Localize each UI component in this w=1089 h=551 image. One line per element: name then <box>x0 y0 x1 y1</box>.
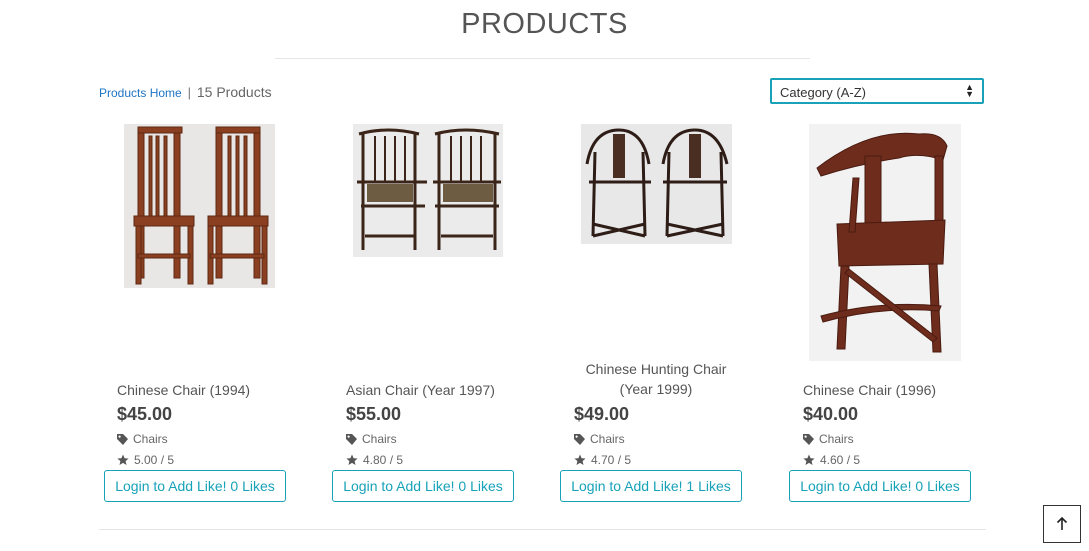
product-rating: 4.60 / 5 <box>803 453 860 467</box>
product-rating: 4.70 / 5 <box>574 453 631 467</box>
product-image[interactable] <box>124 124 275 288</box>
product-name[interactable]: Chinese Chair (1996) <box>803 380 1003 400</box>
category-label[interactable]: Chairs <box>819 432 854 446</box>
product-price: $45.00 <box>117 404 173 424</box>
products-home-link[interactable]: Products Home <box>99 86 182 100</box>
like-button[interactable]: Login to Add Like! 1 Likes <box>560 470 742 502</box>
breadcrumb: Products Home | 15 Products <box>99 84 272 100</box>
category-label[interactable]: Chairs <box>590 432 625 446</box>
product-image[interactable] <box>353 124 503 257</box>
product-name[interactable]: Chinese Hunting Chair (Year 1999) <box>574 359 738 399</box>
category-label[interactable]: Chairs <box>362 432 397 446</box>
product-price: $40.00 <box>803 404 859 424</box>
back-to-top-button[interactable] <box>1043 505 1081 543</box>
title-divider <box>275 58 810 59</box>
sort-select[interactable]: Category (A-Z) ▲ ▼ <box>770 78 984 104</box>
product-category: Chairs <box>574 432 625 446</box>
product-name[interactable]: Asian Chair (Year 1997) <box>346 380 546 400</box>
tag-icon <box>117 433 128 445</box>
page-title: PRODUCTS <box>461 8 628 40</box>
product-price: $55.00 <box>346 404 402 424</box>
tag-icon <box>346 433 357 445</box>
tag-icon <box>803 433 814 445</box>
product-image[interactable] <box>581 124 732 244</box>
product-count: 15 Products <box>196 84 272 100</box>
product-category: Chairs <box>117 432 168 446</box>
product-price: $49.00 <box>574 404 630 424</box>
select-arrows-icon: ▲ ▼ <box>965 82 974 99</box>
like-button[interactable]: Login to Add Like! 0 Likes <box>332 470 514 502</box>
product-rating: 5.00 / 5 <box>117 453 174 467</box>
star-icon <box>346 454 358 465</box>
star-icon <box>803 454 815 465</box>
breadcrumb-separator: | <box>187 85 191 100</box>
star-icon <box>574 454 586 465</box>
product-name[interactable]: Chinese Chair (1994) <box>117 380 317 400</box>
rating-label: 4.60 / 5 <box>820 453 861 467</box>
category-label[interactable]: Chairs <box>133 432 168 446</box>
product-category: Chairs <box>803 432 854 446</box>
arrow-up-icon <box>1056 517 1068 530</box>
sort-select-value: Category (A-Z) <box>780 85 866 100</box>
like-button[interactable]: Login to Add Like! 0 Likes <box>104 470 286 502</box>
bottom-divider <box>99 529 986 530</box>
rating-label: 4.70 / 5 <box>591 453 632 467</box>
tag-icon <box>574 433 585 445</box>
product-image[interactable] <box>809 124 961 361</box>
star-icon <box>117 454 129 465</box>
rating-label: 4.80 / 5 <box>363 453 404 467</box>
rating-label: 5.00 / 5 <box>134 453 175 467</box>
product-rating: 4.80 / 5 <box>346 453 403 467</box>
like-button[interactable]: Login to Add Like! 0 Likes <box>789 470 971 502</box>
product-category: Chairs <box>346 432 397 446</box>
